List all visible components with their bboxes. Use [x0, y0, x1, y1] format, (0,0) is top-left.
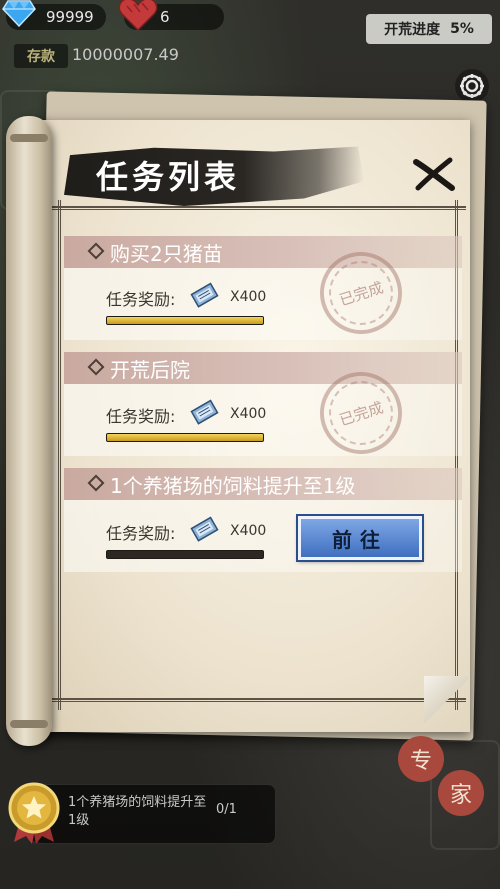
task-progress-bar	[106, 433, 264, 442]
task-title: 开荒后院	[110, 357, 190, 382]
reclaim-progress-label: 开荒进度	[384, 22, 441, 38]
reward-label: 任务奖励:	[106, 407, 176, 426]
dialog-title: 任务列表	[96, 158, 241, 196]
task-header: 1个养猪场的饲料提升至1级	[64, 468, 462, 500]
gear-icon[interactable]	[454, 68, 490, 104]
expert-char-2: 家	[438, 770, 484, 816]
ticket-icon	[190, 516, 219, 542]
page-corner-fold	[424, 676, 468, 726]
ticket-icon	[190, 399, 219, 425]
scroll-rod	[6, 116, 52, 746]
task-progress-bar	[106, 550, 264, 559]
task-title: 购买2只猪苗	[110, 241, 223, 266]
current-task-count: 0/1	[216, 802, 237, 817]
diamond-icon	[87, 474, 105, 492]
deposit-value: 10000007.49	[72, 45, 179, 64]
close-icon[interactable]	[410, 154, 458, 194]
reward-quantity: X400	[230, 523, 267, 539]
expert-char-1: 专	[398, 736, 444, 782]
task-progress-fill	[107, 317, 263, 324]
task-progress-bar	[106, 316, 264, 325]
go-button[interactable]: 前往	[298, 516, 422, 560]
ticket-icon	[190, 282, 219, 308]
diamond-icon	[87, 358, 105, 376]
gem-count: 99999	[46, 8, 94, 26]
task-header: 开荒后院	[64, 352, 462, 384]
gem-icon	[2, 0, 36, 27]
reward-quantity: X400	[230, 406, 267, 422]
heart-icon	[118, 0, 158, 32]
diamond-icon	[87, 242, 105, 260]
task-header: 购买2只猪苗	[64, 236, 462, 268]
deposit-label: 存款	[14, 44, 68, 68]
task-title: 1个养猪场的饲料提升至1级	[110, 473, 356, 498]
reclaim-progress: 开荒进度 5%	[366, 14, 492, 44]
heart-count: 6	[160, 8, 170, 26]
reward-label: 任务奖励:	[106, 290, 176, 309]
medal-icon	[8, 782, 60, 844]
reward-quantity: X400	[230, 289, 267, 305]
current-task-text: 1个养猪场的饲料提升至1级	[68, 795, 207, 828]
reward-label: 任务奖励:	[106, 524, 176, 543]
expert-button[interactable]: 专 家	[398, 736, 488, 826]
task-progress-fill	[107, 434, 263, 441]
reclaim-progress-value: 5%	[450, 21, 474, 37]
